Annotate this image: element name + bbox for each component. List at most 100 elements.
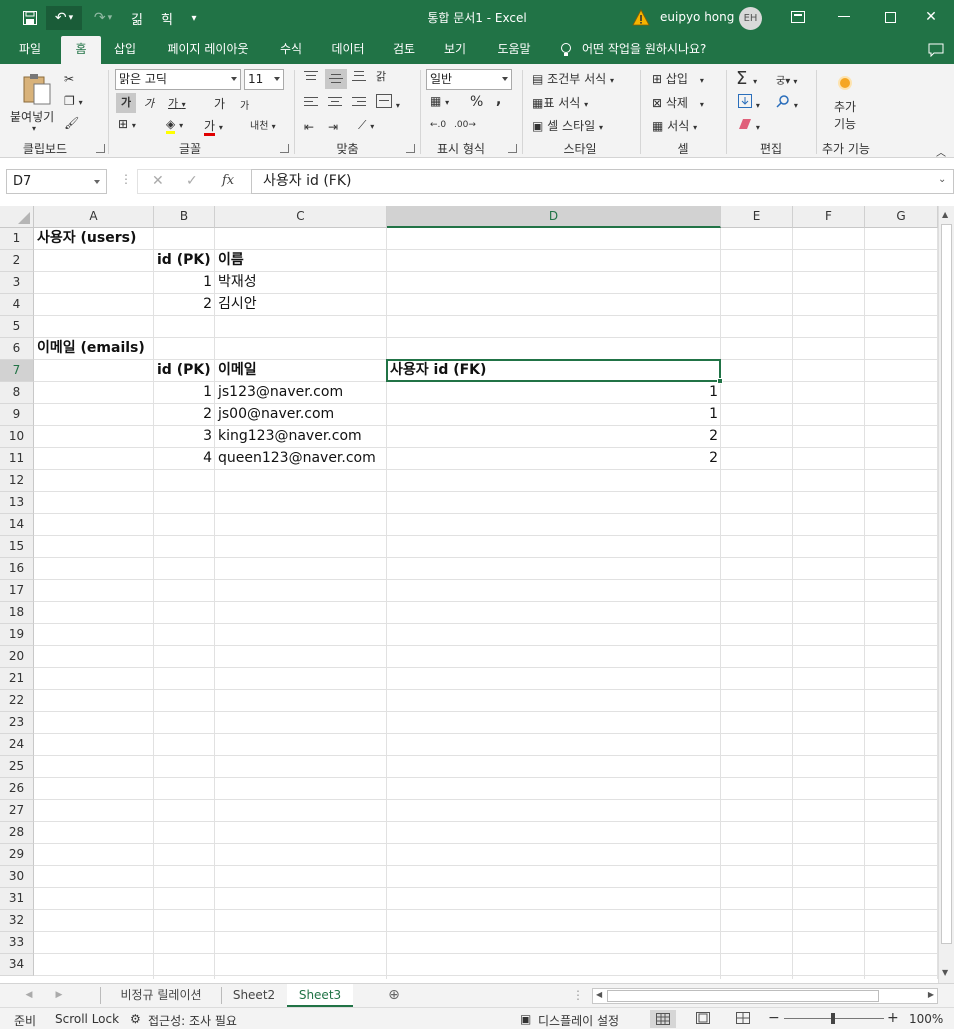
page-break-view-icon[interactable]	[736, 1012, 750, 1027]
autosum-icon[interactable]: Σ ▾	[736, 68, 757, 89]
ribbon-display-options-icon[interactable]	[775, 0, 821, 34]
cell-c7[interactable]: 이메일	[215, 360, 260, 382]
formula-input[interactable]: 사용자 id (FK)	[251, 169, 954, 194]
cell-b7[interactable]: id (PK)	[154, 360, 214, 382]
text-direction-icon[interactable]: ⟋ ▾	[358, 118, 374, 133]
accounting-format-icon[interactable]: ▦ ▾	[430, 94, 449, 108]
tab-page-layout[interactable]: 페이지 레이아웃	[154, 36, 262, 64]
increase-indent-icon[interactable]: ⇥	[328, 120, 338, 134]
zoom-slider-thumb[interactable]	[831, 1013, 835, 1024]
column-header-c[interactable]: C	[215, 206, 387, 228]
delete-cells-button[interactable]: ⊠ 삭제 ▾	[652, 94, 704, 111]
sheet-tab-3[interactable]: Sheet3	[287, 984, 353, 1007]
font-launcher-icon[interactable]	[280, 144, 289, 153]
row-header-7[interactable]: 7	[0, 360, 34, 382]
row-header-26[interactable]: 26	[0, 778, 34, 800]
status-accessibility[interactable]: 접근성: 조사 필요	[148, 1012, 237, 1029]
row-header-15[interactable]: 15	[0, 536, 34, 558]
column-header-e[interactable]: E	[721, 206, 793, 228]
format-as-table-button[interactable]: ▦표 서식 ▾	[532, 94, 588, 111]
cell-b9[interactable]: 2	[154, 404, 215, 426]
cell-b4[interactable]: 2	[154, 294, 215, 316]
conditional-formatting-button[interactable]: ▤ 조건부 서식 ▾	[532, 70, 614, 87]
align-top-icon[interactable]	[304, 70, 318, 85]
horizontal-scrollbar[interactable]: ◀ ▶	[592, 988, 938, 1004]
number-format-combo[interactable]: 일반	[426, 69, 512, 90]
borders-icon[interactable]: ⊞ ▾	[118, 117, 136, 131]
row-header-17[interactable]: 17	[0, 580, 34, 602]
cell-d11[interactable]: 2	[387, 448, 721, 470]
cell-styles-button[interactable]: ▣ 셀 스타일 ▾	[532, 117, 603, 134]
row-header-28[interactable]: 28	[0, 822, 34, 844]
comments-icon[interactable]	[924, 36, 948, 64]
name-box[interactable]: D7	[6, 169, 107, 194]
zoom-in-icon[interactable]: +	[887, 1010, 899, 1026]
save-icon[interactable]	[18, 6, 42, 30]
undo-button[interactable]: ↶ ▾	[46, 6, 82, 30]
row-header-22[interactable]: 22	[0, 690, 34, 712]
cell-c8[interactable]: js123@naver.com	[215, 382, 346, 404]
number-launcher-icon[interactable]	[508, 144, 517, 153]
align-bottom-icon[interactable]	[352, 70, 366, 85]
cell-d10[interactable]: 2	[387, 426, 721, 448]
select-all-button[interactable]	[0, 206, 34, 228]
format-cells-button[interactable]: ▦ 서식 ▾	[652, 117, 697, 134]
tab-split-handle-icon[interactable]: ⋮	[572, 984, 584, 1007]
align-right-icon[interactable]	[352, 96, 366, 111]
row-header-5[interactable]: 5	[0, 316, 34, 338]
row-header-33[interactable]: 33	[0, 932, 34, 954]
zoom-out-icon[interactable]: −	[768, 1010, 780, 1026]
tab-help[interactable]: 도움말	[486, 36, 542, 64]
cell-d8[interactable]: 1	[387, 382, 721, 404]
row-header-23[interactable]: 23	[0, 712, 34, 734]
tab-insert[interactable]: 삽입	[104, 36, 146, 64]
bold-button[interactable]: 가	[116, 93, 136, 113]
comma-button[interactable]: ,	[496, 92, 501, 108]
expand-formula-bar-icon[interactable]: ⌄	[938, 174, 946, 185]
row-header-6[interactable]: 6	[0, 338, 34, 360]
cancel-icon[interactable]: ✕	[152, 173, 164, 189]
row-header-24[interactable]: 24	[0, 734, 34, 756]
tab-formulas[interactable]: 수식	[270, 36, 312, 64]
user-name[interactable]: euipyo hong	[660, 10, 734, 24]
fill-handle[interactable]	[717, 378, 723, 384]
paste-button[interactable]: 붙여넣기 ▾	[10, 72, 60, 133]
insert-cells-button[interactable]: ⊞ 삽입 ▾	[652, 70, 704, 87]
warning-icon[interactable]	[632, 9, 650, 27]
row-header-20[interactable]: 20	[0, 646, 34, 668]
row-header-11[interactable]: 11	[0, 448, 34, 470]
underline-button[interactable]: 가 ▾	[168, 95, 186, 111]
row-header-25[interactable]: 25	[0, 756, 34, 778]
fill-icon[interactable]: ▾	[738, 94, 760, 111]
tab-review[interactable]: 검토	[383, 36, 425, 64]
decrease-indent-icon[interactable]: ⇤	[304, 120, 314, 134]
cell-d9[interactable]: 1	[387, 404, 721, 426]
fill-color-icon[interactable]: ◈ ▾	[166, 117, 183, 134]
cell-c10[interactable]: king123@naver.com	[215, 426, 365, 448]
row-header-18[interactable]: 18	[0, 602, 34, 624]
font-color-button[interactable]: 가 ▾	[204, 117, 223, 136]
minimize-icon[interactable]	[821, 0, 867, 34]
formula-bar-grip-icon[interactable]: ⋮	[120, 172, 132, 186]
cell-c11[interactable]: queen123@naver.com	[215, 448, 379, 470]
display-settings-icon[interactable]: ▣	[520, 1012, 531, 1026]
grow-font-button[interactable]: 가	[214, 95, 225, 112]
cell-b2[interactable]: id (PK)	[154, 250, 214, 272]
row-header-10[interactable]: 10	[0, 426, 34, 448]
cell-c2[interactable]: 이름	[215, 250, 247, 272]
redo-button[interactable]: ↷ ▾	[88, 6, 118, 30]
worksheet-grid[interactable]: ABCDEFG 1 2 3 4 5 6 7 8 9 10 11 12 13 14 15 16 17 18 19 20 2…	[0, 206, 938, 979]
find-select-icon[interactable]: ▾	[776, 94, 798, 111]
maximize-icon[interactable]	[867, 0, 913, 34]
collapse-ribbon-icon[interactable]: ︿	[936, 144, 946, 159]
cell-c9[interactable]: js00@naver.com	[215, 404, 337, 426]
enter-icon[interactable]: ✓	[186, 173, 198, 189]
tell-me-search[interactable]: 어떤 작업을 원하시나요?	[582, 36, 732, 64]
row-header-13[interactable]: 13	[0, 492, 34, 514]
column-header-b[interactable]: B	[154, 206, 215, 228]
merge-center-icon[interactable]: ▾	[376, 94, 400, 111]
align-left-icon[interactable]	[304, 96, 318, 111]
font-size-combo[interactable]: 11	[244, 69, 284, 90]
vertical-scroll-thumb[interactable]	[941, 224, 952, 944]
clear-icon[interactable]: ▾	[738, 118, 760, 133]
